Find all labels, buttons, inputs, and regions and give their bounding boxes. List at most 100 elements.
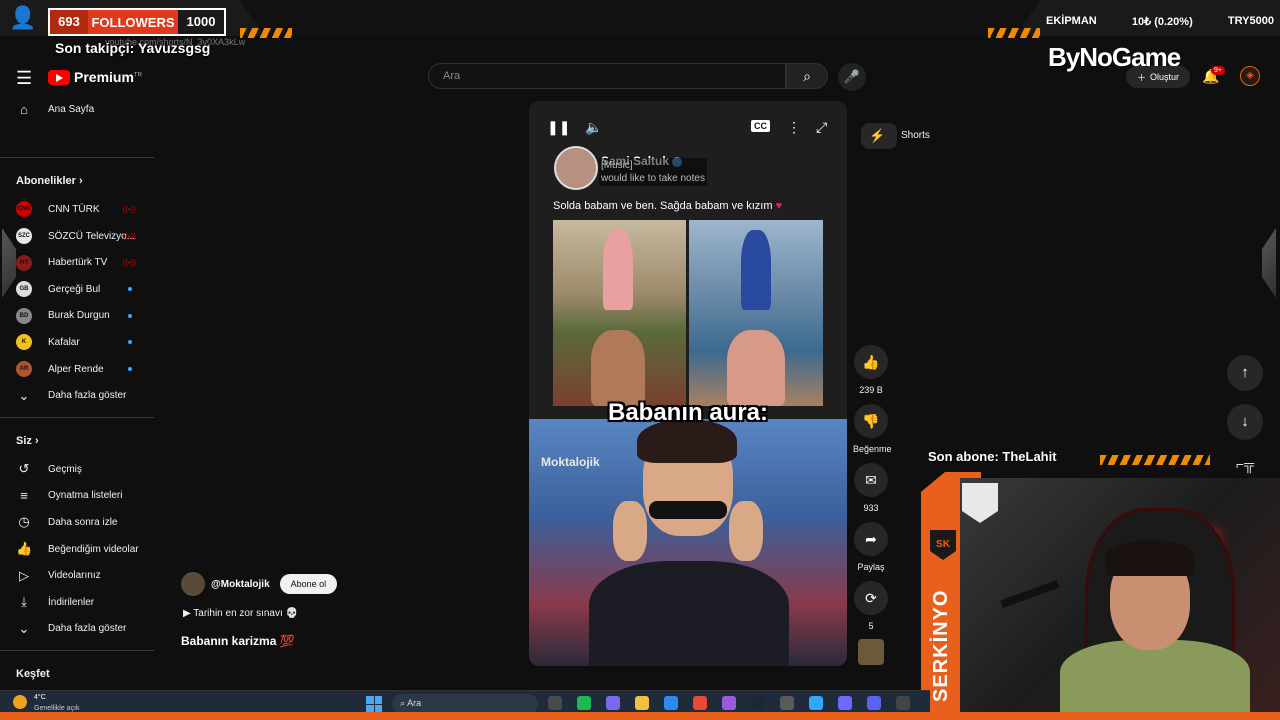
thumbs-up-icon: 👍 — [854, 345, 888, 379]
comment-icon: ✉ — [854, 463, 888, 497]
epic-games-icon[interactable] — [896, 696, 910, 710]
captions-icon[interactable]: CC — [751, 120, 770, 132]
more-vert-icon[interactable]: ⋮ — [787, 119, 801, 136]
weather-condition[interactable]: Genellikle açık — [34, 705, 80, 712]
sidebar-item-subscription[interactable]: BD Burak Durgun — [0, 303, 154, 330]
sidebar-item-subscription[interactable]: K Kafalar — [0, 329, 154, 356]
channel-avatar: HT — [16, 254, 32, 271]
chevron-down-icon: ⌄ — [18, 620, 30, 636]
search-icon: ⌕ — [400, 698, 406, 708]
overlay-bottom-edge — [0, 712, 1280, 720]
app-icon[interactable] — [838, 696, 852, 710]
you-heading[interactable]: Siz › — [0, 426, 154, 456]
create-button[interactable]: ＋ Oluştur — [1126, 66, 1190, 88]
sidebar-item-playlists[interactable]: ≡ Oynatma listeleri — [0, 483, 154, 510]
previous-short-button[interactable]: ↑ — [1227, 355, 1263, 391]
sidebar-item-subscription[interactable]: HT Habertürk TV ((•)) — [0, 249, 154, 276]
subscribe-button[interactable]: Abone ol — [279, 574, 338, 594]
photoshop-icon[interactable] — [809, 696, 823, 710]
search-button[interactable]: ⌕ — [786, 63, 828, 89]
start-tile — [374, 704, 382, 712]
closed-caption: [Music] would like to take notes — [599, 158, 707, 186]
store-icon[interactable] — [664, 696, 678, 710]
channel-avatar: CNN — [16, 201, 32, 218]
volume-icon[interactable]: 🔈 — [585, 119, 602, 136]
overlay-stripes-cam — [1100, 455, 1210, 465]
sidebar-item-subscription[interactable]: CNN CNN TÜRK ((•)) — [0, 196, 154, 223]
thumbs-down-icon: 👎 — [854, 404, 888, 438]
divider — [0, 416, 154, 418]
sidebar-item-shorts[interactable]: ⚡ Shorts — [861, 122, 930, 150]
linked-video[interactable]: ▶ Tarihin en zor sınavı 💀 — [183, 608, 298, 619]
chrome-icon[interactable] — [693, 696, 707, 710]
overlay-stripes-left — [240, 28, 292, 38]
sidebar-item-label: Daha fazla göster — [48, 623, 127, 635]
short-title: Babanın karizma 💯 — [181, 634, 295, 648]
channel-name[interactable]: @Moktalojik — [211, 579, 270, 590]
channel-avatar: GB — [16, 281, 32, 298]
account-avatar[interactable]: ◈ — [1240, 66, 1260, 86]
weather-icon[interactable] — [13, 695, 27, 709]
share-label: Paylaş — [857, 562, 885, 572]
sidebar-item-label: Alper Rende — [48, 363, 104, 375]
youtube-logo[interactable]: PremiumTR — [48, 69, 142, 85]
chevron-down-icon: ⌄ — [18, 387, 30, 403]
sidebar-item-downloads[interactable]: ⤓ İndirilenler — [0, 589, 154, 616]
sidebar-item-label: Oynatma listeleri — [48, 490, 123, 502]
spotify-icon[interactable] — [577, 696, 591, 710]
windows-start-icon[interactable] — [366, 696, 382, 712]
comments-action[interactable]: ✉ 933 — [853, 463, 889, 513]
pause-icon[interactable]: ❚❚ — [547, 119, 570, 136]
explore-heading: Keşfet — [16, 668, 50, 681]
fullscreen-icon[interactable]: ⤢ — [816, 119, 827, 136]
steam-icon[interactable] — [751, 696, 765, 710]
sidebar-item-subscription[interactable]: AR Alper Rende — [0, 356, 154, 383]
subscriptions-show-more[interactable]: ⌄ Daha fazla göster — [0, 382, 154, 409]
comment-count: 933 — [863, 503, 879, 513]
shorts-player[interactable]: ❚❚ 🔈 CC ⋮ ⤢ Sami Saltuk [Music]would lik… — [529, 101, 847, 666]
search-input[interactable]: Ara — [428, 63, 786, 89]
obs-icon[interactable] — [722, 696, 736, 710]
streamer-name: SERKİNYO — [930, 589, 952, 702]
subscriptions-heading[interactable]: Abonelikler › — [0, 166, 154, 196]
taskbar-search[interactable]: ⌕ Ara — [392, 694, 538, 714]
sidebar-item-your-videos[interactable]: ▷ Videolarınız — [0, 562, 154, 589]
webcam-person-body — [1060, 640, 1250, 720]
sidebar-item-subscription[interactable]: SZC SÖZCÜ Televizyo... ((•)) — [0, 223, 154, 250]
sidebar-item-history[interactable]: ↺ Geçmiş — [0, 456, 154, 483]
next-short-button[interactable]: ↓ — [1227, 404, 1263, 440]
post-author-avatar — [554, 146, 598, 190]
copilot-icon[interactable] — [606, 696, 620, 710]
notification-badge: 9+ — [1211, 66, 1225, 75]
remix-action[interactable]: ⟳ 5 — [853, 581, 889, 631]
file-explorer-icon[interactable] — [635, 696, 649, 710]
you-show-more[interactable]: ⌄ Daha fazla göster — [0, 616, 154, 643]
sidebar-item-label: Beğendiğim videolar — [48, 543, 139, 555]
channel-avatar: AR — [16, 361, 32, 378]
dislike-action[interactable]: 👎 Beğenme — [853, 404, 892, 454]
followers-goal-box: 693 FOLLOWERS 1000 — [48, 8, 226, 36]
sidebar-item-label: Daha sonra izle — [48, 516, 118, 528]
sidebar-item-liked[interactable]: 👍 Beğendiğim videolar — [0, 536, 154, 563]
channel-avatar: SZC — [16, 228, 32, 245]
share-action[interactable]: ➦ Paylaş — [853, 522, 889, 572]
channel-avatar[interactable] — [181, 572, 205, 596]
sound-thumbnail[interactable] — [858, 639, 884, 665]
sidebar-item-home[interactable]: ⌂ Ana Sayfa — [0, 96, 154, 123]
like-icon: 👍 — [16, 541, 33, 557]
like-count: 239 B — [859, 385, 883, 395]
app-icon[interactable] — [780, 696, 794, 710]
menu-icon[interactable]: ☰ — [16, 68, 32, 89]
followers-goal: 1000 — [178, 10, 224, 34]
weather-temp[interactable]: 4°C — [34, 694, 46, 701]
mic-button[interactable]: 🎤 — [838, 63, 866, 91]
video-icon: ▷ — [19, 567, 29, 583]
dislike-label: Beğenme — [853, 444, 892, 454]
plus-icon: ＋ — [1136, 72, 1146, 83]
like-action[interactable]: 👍 239 B — [853, 345, 889, 395]
task-view-icon[interactable] — [548, 696, 562, 710]
last-follower-text: Son takipçi: Yavuzsgsg — [55, 40, 211, 56]
discord-icon[interactable] — [867, 696, 881, 710]
sidebar-item-watch-later[interactable]: ◷ Daha sonra izle — [0, 509, 154, 536]
sidebar-item-subscription[interactable]: GB Gerçeği Bul — [0, 276, 154, 303]
